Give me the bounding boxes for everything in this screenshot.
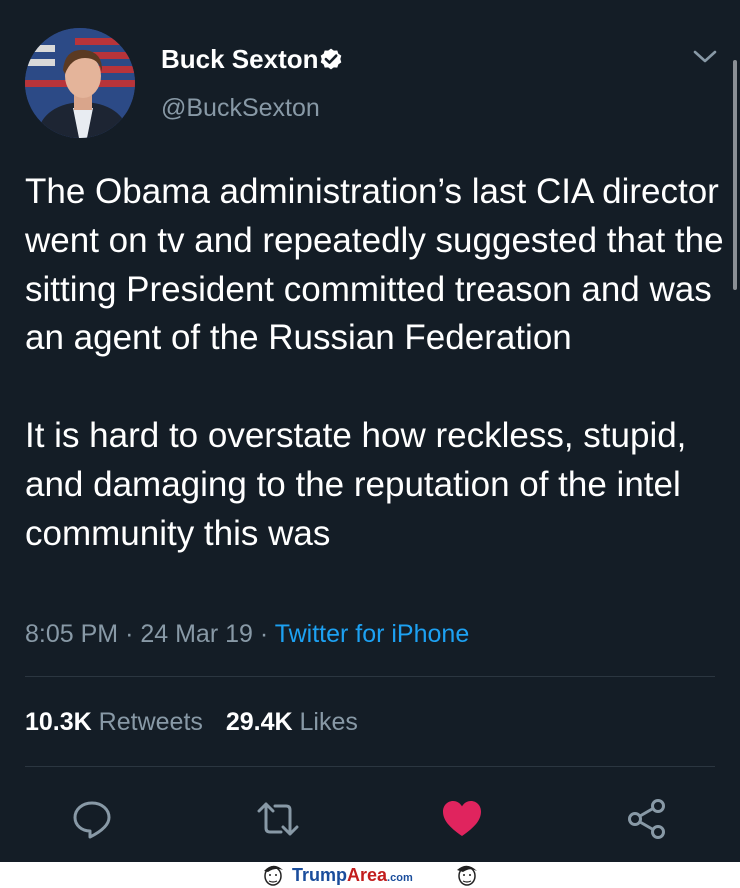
tweet-time: 8:05 PM bbox=[25, 620, 119, 648]
meta-separator: · bbox=[259, 620, 269, 648]
reply-icon[interactable] bbox=[71, 798, 113, 840]
watermark-brand-a: Trump bbox=[292, 865, 348, 885]
chevron-down-icon[interactable] bbox=[692, 48, 718, 66]
divider bbox=[25, 676, 715, 677]
tweet-meta: 8:05 PM · 24 Mar 19 · Twitter for iPhone bbox=[25, 620, 469, 649]
retweets-count: 10.3K bbox=[25, 708, 92, 736]
caricature-icon bbox=[264, 865, 283, 886]
caricature-icon bbox=[457, 865, 477, 886]
retweet-icon[interactable] bbox=[257, 798, 299, 840]
heart-icon[interactable] bbox=[441, 798, 483, 840]
likes-count: 29.4K bbox=[225, 708, 293, 736]
watermark-suffix: .com bbox=[387, 872, 413, 884]
likes-label: Likes bbox=[299, 708, 358, 736]
watermark: TrumpArea.com bbox=[0, 862, 740, 888]
tweet-source-link[interactable]: Twitter for iPhone bbox=[275, 620, 470, 648]
author-handle[interactable]: @BuckSexton bbox=[161, 94, 320, 123]
tweet-stats: 10.3K Retweets 29.4K Likes bbox=[25, 708, 358, 737]
avatar[interactable] bbox=[25, 28, 135, 138]
tweet-text: The Obama administration’s last CIA dire… bbox=[25, 172, 724, 553]
author-name[interactable]: Buck Sexton bbox=[161, 44, 319, 75]
tweet-card: Buck Sexton @BuckSexton The Obama admini… bbox=[0, 0, 740, 862]
retweets-stat[interactable]: 10.3K Retweets bbox=[25, 708, 203, 737]
retweets-label: Retweets bbox=[98, 708, 203, 736]
scrollbar[interactable] bbox=[733, 60, 737, 290]
tweet-date: 24 Mar 19 bbox=[140, 620, 253, 648]
verified-badge-icon bbox=[320, 48, 342, 70]
meta-separator: · bbox=[125, 620, 134, 648]
watermark-brand-b: Area bbox=[347, 865, 388, 885]
share-icon[interactable] bbox=[626, 798, 668, 840]
watermark-logo: TrumpArea.com bbox=[292, 865, 413, 886]
likes-stat[interactable]: 29.4K Likes bbox=[226, 708, 358, 737]
avatar-image bbox=[25, 28, 135, 138]
divider bbox=[25, 766, 715, 767]
